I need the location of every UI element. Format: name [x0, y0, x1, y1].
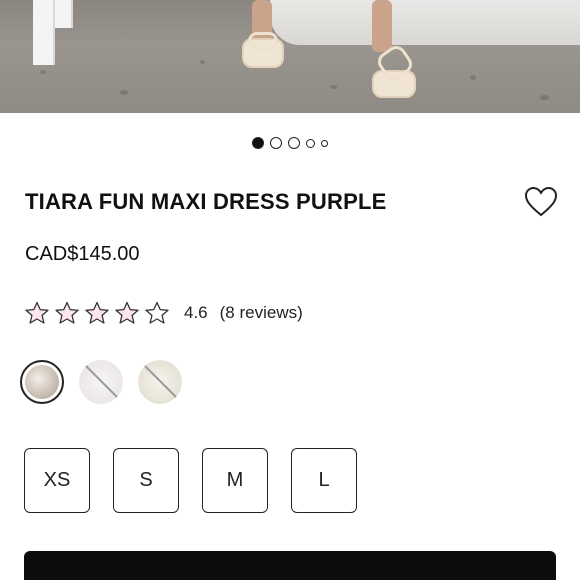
size-option-s[interactable]: S: [113, 448, 179, 513]
image-background-wall: [270, 0, 580, 45]
size-option-xs[interactable]: XS: [24, 448, 90, 513]
floor-texture: [200, 60, 205, 64]
chair-leg: [33, 0, 55, 65]
reviews-link[interactable]: (8 reviews): [220, 303, 303, 323]
swatch-variant-2-unavailable[interactable]: [79, 360, 123, 404]
carousel-dot-1[interactable]: [252, 137, 264, 149]
sandal-strap: [248, 32, 278, 50]
rating-summary: 4.6 (8 reviews): [24, 301, 303, 325]
carousel-dot-3[interactable]: [288, 137, 300, 149]
floor-texture: [330, 85, 337, 89]
floor-texture: [40, 70, 46, 74]
star-icon: [55, 301, 79, 324]
swatch-purple[interactable]: [20, 360, 64, 404]
star-icon: [115, 301, 139, 324]
floor-texture: [470, 75, 476, 80]
carousel-dot-2[interactable]: [270, 137, 282, 149]
swatch-variant-3-unavailable[interactable]: [138, 360, 182, 404]
star-icon: [85, 301, 109, 324]
floor-texture: [540, 95, 549, 100]
heart-icon[interactable]: [524, 186, 558, 218]
star-icon: [25, 301, 49, 324]
model-leg: [372, 0, 392, 52]
color-swatches: [20, 360, 197, 404]
swatch-image: [25, 365, 59, 399]
product-title: TIARA FUN MAXI DRESS PURPLE: [25, 189, 387, 214]
carousel-dot-4[interactable]: [306, 138, 315, 148]
rating-value: 4.6: [184, 303, 208, 322]
product-price: CAD$145.00: [25, 243, 140, 265]
chair-leg: [55, 0, 73, 28]
product-image[interactable]: [0, 0, 580, 113]
carousel-indicator: [252, 137, 328, 149]
star-icon: [145, 301, 169, 324]
size-selector: XS S M L: [24, 448, 380, 513]
floor-texture: [120, 90, 128, 95]
add-to-bag-button[interactable]: [24, 551, 556, 580]
carousel-dot-5[interactable]: [321, 139, 328, 147]
size-option-l[interactable]: L: [291, 448, 357, 513]
size-option-m[interactable]: M: [202, 448, 268, 513]
